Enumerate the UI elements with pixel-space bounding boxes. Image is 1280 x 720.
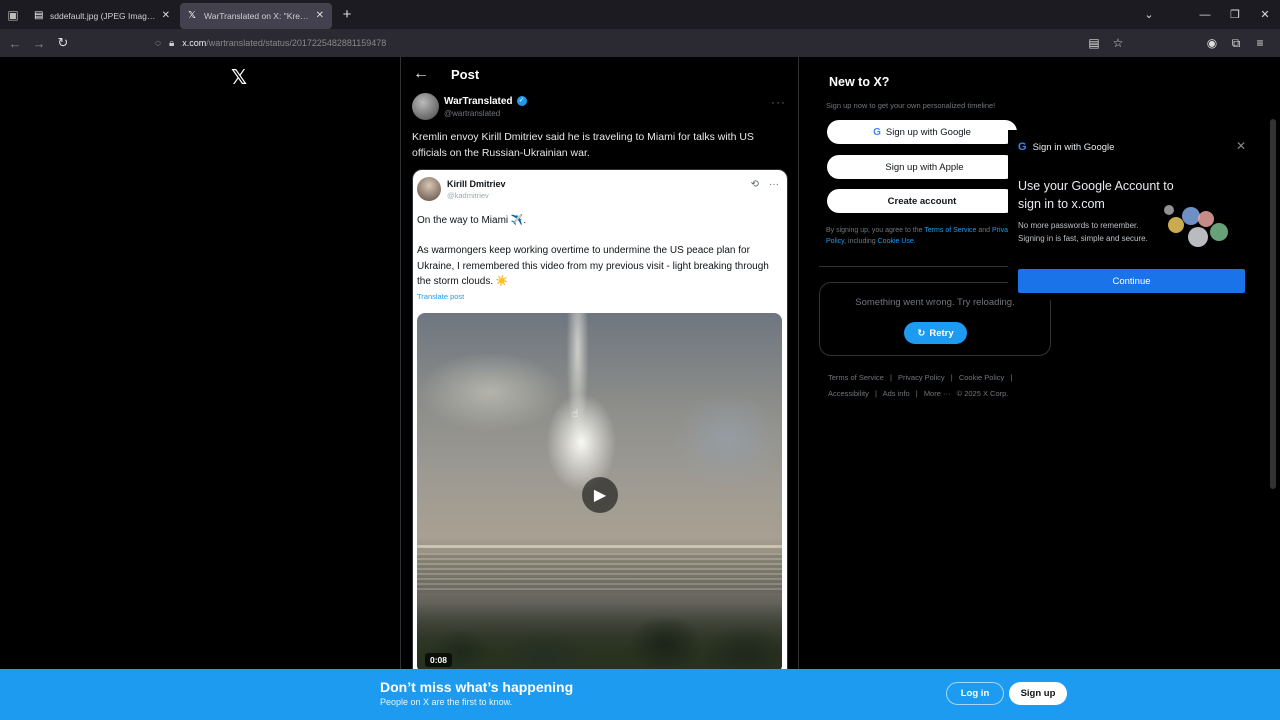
retry-button[interactable]: ↻ Retry [904,322,967,344]
avatar[interactable] [417,177,441,201]
banner-title: Don’t miss what’s happening [380,679,574,695]
tab-image[interactable]: ▤ sddefault.jpg (JPEG Image, 640 × 4… ✕ [26,3,178,29]
quoted-post[interactable]: Kirill Dmitriev @kadmitriev ⟲ ··· On the… [412,169,788,720]
refresh-icon: ↻ [917,327,926,339]
back-icon[interactable]: ← [3,36,27,51]
nav-right-icons: ▤ ☆ ◉ ⧉ ≡ [1082,29,1272,57]
translate-post-link[interactable]: Translate post [417,292,464,301]
signup-google-label: Sign up with Google [885,126,971,138]
forward-icon[interactable]: → [27,36,51,51]
close-window-icon[interactable]: ✕ [1250,8,1280,21]
tab-title: WarTranslated on X: "Kremlin … [204,10,312,21]
verified-badge-icon: ✓ [516,96,527,106]
page-scrollbar[interactable] [1270,119,1276,489]
create-account-button[interactable]: Create account [827,189,1017,213]
more-options-icon[interactable]: ··· [769,179,779,190]
signup-apple-button[interactable]: Sign up with Apple [827,155,1017,179]
x-logo-icon[interactable]: 𝕏 [231,65,247,90]
image-file-icon: ▤ [34,9,44,21]
google-icon: G [1018,141,1027,153]
google-popup-header: G Sign in with Google [1018,141,1114,153]
tab-title: sddefault.jpg (JPEG Image, 640 × 4… [50,10,158,21]
quote-author-name: Kirill Dmitriev [447,178,506,189]
new-tab-button[interactable]: + [334,6,360,23]
reload-icon[interactable]: ↻ [51,35,75,51]
quote-author-handle: @kadmitriev [447,190,489,200]
post-column: ← Post WarTranslated ✓ @wartranslated ··… [400,57,799,720]
sign-up-button[interactable]: Sign up [1009,682,1067,705]
new-to-x-subtitle: Sign up now to get your own personalized… [826,101,996,110]
author-name[interactable]: WarTranslated [444,96,513,107]
repost-icon[interactable]: ⟲ [751,179,759,190]
video-duration: 0:08 [425,653,453,667]
google-popup-header-text: Sign in with Google [1032,141,1115,153]
post-header: ← Post [413,65,479,83]
tab-list-icon[interactable]: ▣ [0,0,26,29]
retry-label: Retry [929,327,954,339]
x-logo-icon: 𝕏 [188,9,197,21]
footer-link[interactable]: Accessibility [828,389,869,398]
avatar[interactable] [412,93,439,120]
extensions-icon[interactable]: ⧉ [1224,36,1248,51]
lock-icon[interactable]: 🔒︎ [169,38,174,49]
menu-icon[interactable]: ≡ [1248,36,1272,50]
log-in-button[interactable]: Log in [946,682,1004,705]
x-page: 𝕏 ← Post WarTranslated ✓ @wartranslated … [0,57,1280,720]
more-options-icon[interactable]: ··· [771,95,786,109]
restore-icon[interactable]: ❐ [1220,8,1250,21]
footer-link[interactable]: More ··· [924,389,951,398]
page-title: Post [451,66,480,82]
bookmark-star-icon[interactable]: ☆ [1106,36,1130,50]
close-tab-icon[interactable]: ✕ [162,10,170,21]
url-host: x.com [182,38,207,48]
banner-subtitle: People on X are the first to know. [380,697,513,707]
google-continue-button[interactable]: Continue [1018,269,1245,293]
browser-tab-bar: ▣ ▤ sddefault.jpg (JPEG Image, 640 × 4… … [0,0,1280,29]
quote-text-line: On the way to Miami ✈️. [417,215,527,226]
google-popup-description: No more passwords to remember. Signing i… [1018,221,1148,243]
signup-apple-label: Sign up with Apple [885,161,964,173]
play-icon[interactable]: ▶ [582,477,618,513]
account-icon[interactable]: ◉ [1200,36,1224,50]
create-account-label: Create account [887,195,957,207]
author-handle[interactable]: @wartranslated [444,109,527,118]
video-player[interactable]: ▶ 0:08 [417,313,782,673]
google-signin-popup: G Sign in with Google ✕ Use your Google … [1008,130,1258,300]
minimize-icon[interactable]: — [1190,9,1220,21]
footer-link[interactable]: Ads info [883,389,910,398]
footer-link[interactable]: Privacy Policy [898,373,945,382]
footer-link[interactable]: Cookie Policy [959,373,1004,382]
post-author[interactable]: WarTranslated ✓ @wartranslated [412,93,527,120]
back-arrow-icon[interactable]: ← [413,65,429,83]
footer-links: Terms of Service | Privacy Policy | Cook… [828,373,1013,398]
close-icon[interactable]: ✕ [1236,139,1246,153]
google-icon: G [873,126,881,138]
window-controls: ⌄ — ❐ ✕ [1134,0,1280,29]
close-tab-icon[interactable]: ✕ [316,10,324,21]
quote-text-body: As warmongers keep working overtime to u… [417,245,769,287]
url-bar[interactable]: ◌ 🔒︎ x.com/wartranslated/status/20172254… [155,32,1125,54]
footer-link[interactable]: Terms of Service [828,373,884,382]
browser-nav-bar: ← → ↻ ◌ 🔒︎ x.com/wartranslated/status/20… [0,29,1280,57]
google-illustration [1158,205,1238,255]
terms-notice: By signing up, you agree to the Terms of… [826,227,1015,245]
quote-author[interactable]: Kirill Dmitriev @kadmitriev [417,177,506,201]
signup-google-button[interactable]: G Sign up with Google [827,120,1017,144]
post-text: Kremlin envoy Kirill Dmitriev said he is… [412,131,754,159]
signup-banner: Don’t miss what’s happening People on X … [0,669,1280,720]
terms-link[interactable]: Terms of Service [924,227,976,234]
mouse-cursor-icon: ☝ [572,408,579,420]
copyright: © 2025 X Corp. [956,389,1009,398]
cookie-link[interactable]: Cookie Use. [878,238,916,245]
new-to-x-title: New to X? [829,75,890,89]
shield-icon[interactable]: ◌ [155,38,161,49]
reader-view-icon[interactable]: ▤ [1082,36,1106,50]
list-all-tabs-icon[interactable]: ⌄ [1134,8,1164,21]
tab-x-post[interactable]: 𝕏 WarTranslated on X: "Kremlin … ✕ [180,2,332,29]
url-path: /wartranslated/status/201722548288115947… [206,38,387,48]
